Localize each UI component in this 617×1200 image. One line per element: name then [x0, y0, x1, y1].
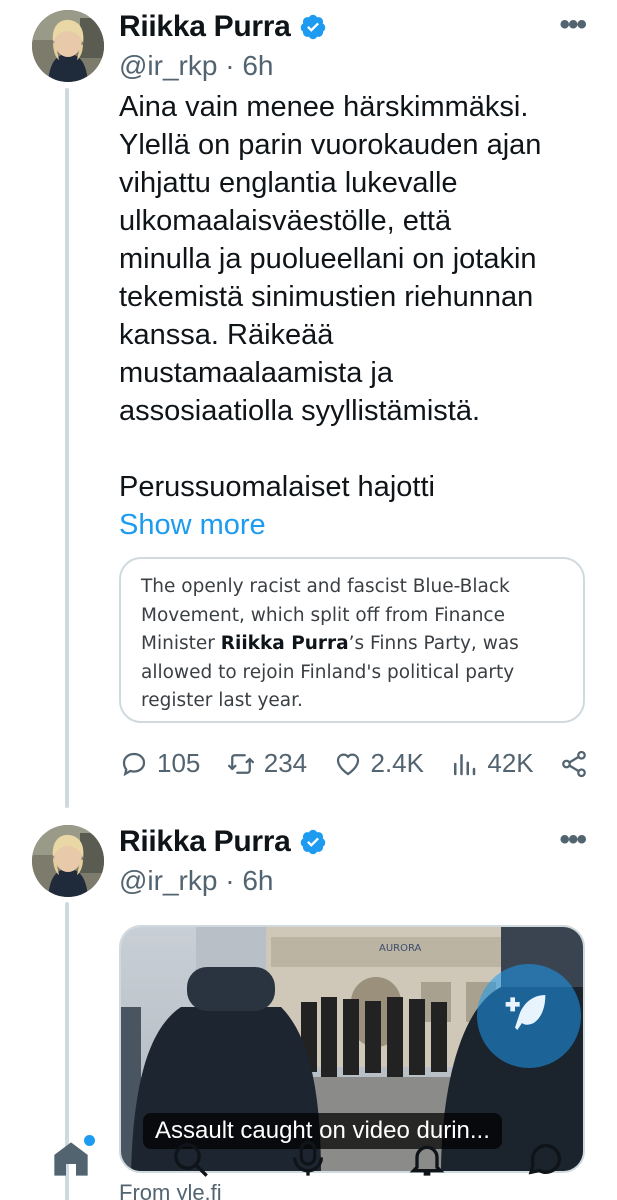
like-button[interactable]: 2.4K: [333, 748, 425, 779]
tweet-text: Aina vain menee härskimmäksi. Ylellä on …: [119, 88, 589, 544]
notification-dot: [84, 1135, 96, 1146]
nav-spaces[interactable]: [278, 1129, 338, 1189]
compose-icon: [505, 995, 546, 1030]
show-more-link[interactable]: Show more: [119, 506, 589, 544]
author-row: Riikka Purra: [119, 825, 327, 859]
share-icon: [562, 750, 586, 777]
search-icon: [174, 1143, 208, 1177]
tweet-paragraph: Aina vain menee härskimmäksi. Ylellä on …: [119, 91, 542, 427]
retweet-count: 234: [263, 748, 308, 778]
author-handle-time: @ir_rkp · 6h: [119, 865, 274, 896]
reply-icon: [122, 752, 146, 776]
author-row: Riikka Purra: [119, 10, 327, 44]
nav-notifications[interactable]: [397, 1129, 457, 1189]
quoted-text-card[interactable]: The openly racist and fascist Blue-Black…: [119, 557, 585, 723]
views-button[interactable]: 42K: [449, 748, 534, 779]
heart-icon: [336, 753, 359, 775]
compose-button[interactable]: [477, 964, 581, 1068]
verified-badge-icon: [299, 828, 327, 856]
bottom-navigation: [0, 1118, 617, 1200]
retweet-button[interactable]: 234: [226, 748, 307, 779]
author-name[interactable]: Riikka Purra: [119, 10, 291, 44]
tweet-paragraph: Perussuomalaiset hajotti: [119, 471, 435, 503]
building-sign: AURORA: [379, 943, 422, 954]
notifications-icon: [409, 1145, 445, 1176]
share-button[interactable]: [559, 749, 589, 779]
verified-badge-icon: [299, 13, 327, 41]
nav-home[interactable]: [41, 1129, 101, 1189]
nav-messages[interactable]: [516, 1129, 576, 1189]
views-icon: [454, 753, 476, 775]
home-icon: [54, 1142, 88, 1176]
views-count: 42K: [487, 748, 534, 778]
avatar[interactable]: [32, 825, 104, 897]
author-name[interactable]: Riikka Purra: [119, 825, 291, 859]
more-options-icon[interactable]: •••: [559, 10, 586, 40]
author-handle-time: @ir_rkp · 6h: [119, 50, 274, 81]
avatar[interactable]: [32, 10, 104, 82]
retweet-icon: [227, 753, 254, 774]
reply-button[interactable]: 105: [119, 748, 200, 779]
nav-search[interactable]: [160, 1129, 220, 1189]
messages-icon: [528, 1143, 561, 1175]
tweet-actions: 105 234 2.4K 42K: [119, 748, 589, 779]
more-options-icon[interactable]: •••: [559, 825, 586, 855]
quote-bold-name: Riikka Purra: [220, 633, 349, 655]
reply-count: 105: [157, 748, 201, 778]
tweet[interactable]: Riikka Purra @ir_rkp · 6h ••• Aina vain …: [0, 0, 617, 800]
like-count: 2.4K: [370, 748, 425, 778]
spaces-icon: [293, 1140, 324, 1176]
